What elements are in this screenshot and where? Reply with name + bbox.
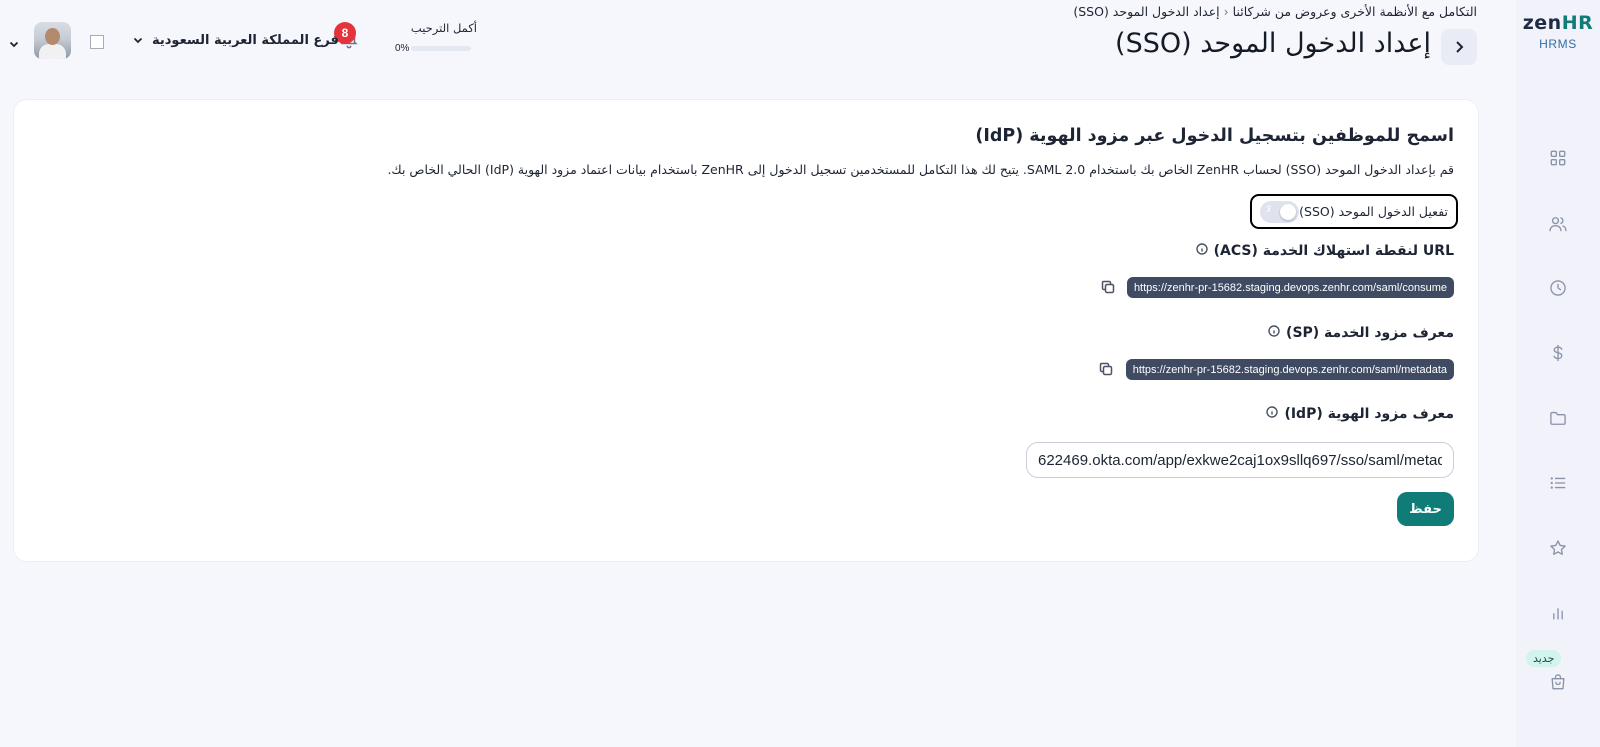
sidebar: zenHR HRMS جديد: [1516, 0, 1600, 747]
sso-enable-toggle[interactable]: تفعيل الدخول الموحد (SSO) لا: [1250, 194, 1458, 229]
save-button[interactable]: حفظ: [1397, 492, 1454, 526]
user-avatar[interactable]: [34, 22, 71, 59]
sidebar-item-requests[interactable]: [1546, 471, 1570, 495]
info-icon[interactable]: [1268, 325, 1280, 341]
idp-id-label: معرف مزود الهوية (IdP): [1266, 406, 1454, 422]
users-icon: [1549, 217, 1567, 232]
section-description: قم بإعداد الدخول الموحد (SSO) لحساب ZenH…: [387, 162, 1454, 177]
acs-url-label: URL لنقطة استهلاك الخدمة (ACS): [1195, 243, 1454, 259]
copy-icon: [1099, 362, 1113, 376]
sp-id-label: معرف مزود الخدمة (SP): [1268, 325, 1454, 341]
clock-icon: [1550, 280, 1566, 296]
branch-name: فرع المملكة العربية السعودية: [152, 33, 339, 48]
toggle-knob: [1280, 203, 1297, 220]
chevron-down-icon: [132, 31, 144, 50]
section-title: اسمح للموظفين بتسجيل الدخول عبر مزود اله…: [975, 126, 1454, 146]
info-icon[interactable]: [1195, 243, 1208, 259]
sidebar-item-attendance[interactable]: [1546, 276, 1570, 300]
sidebar-item-marketplace[interactable]: [1546, 670, 1570, 694]
sidebar-item-dashboard[interactable]: [1546, 146, 1570, 170]
chevron-down-icon: [9, 41, 19, 48]
copy-icon: [1101, 280, 1115, 294]
branch-selector[interactable]: فرع المملكة العربية السعودية: [132, 31, 339, 50]
sso-settings-card: اسمح للموظفين بتسجيل الدخول عبر مزود اله…: [13, 99, 1479, 562]
breadcrumb-current: إعداد الدخول الموحد (SSO): [1073, 4, 1220, 19]
page-title: إعداد الدخول الموحد (SSO): [1115, 28, 1431, 59]
dollar-icon: [1553, 344, 1563, 362]
sidebar-item-employees[interactable]: [1546, 212, 1570, 236]
acs-url-value: https://zenhr-pr-15682.staging.devops.ze…: [1126, 277, 1454, 298]
bar-chart-icon: [1553, 608, 1563, 620]
grid-icon: [1550, 150, 1566, 166]
idp-id-input[interactable]: [1026, 442, 1454, 478]
logo-subtitle: HRMS: [1539, 37, 1577, 51]
sso-toggle-label: تفعيل الدخول الموحد (SSO): [1299, 204, 1448, 219]
sp-id-value: https://zenhr-pr-15682.staging.devops.ze…: [1125, 359, 1454, 380]
breadcrumb-parent-link[interactable]: التكامل مع الأنظمة الأخرى وعروض من شركائ…: [1233, 4, 1477, 19]
list-icon: [1550, 477, 1566, 489]
back-button[interactable]: [1441, 29, 1477, 65]
onboarding-progress[interactable]: أكمل الترحيب 0%: [395, 21, 477, 61]
logo-wordmark: zenHR: [1522, 12, 1594, 34]
folder-icon: [1550, 411, 1566, 425]
sidebar-item-performance[interactable]: [1546, 536, 1570, 560]
star-icon: [1550, 540, 1566, 555]
info-icon[interactable]: [1266, 406, 1279, 422]
new-badge: جديد: [1526, 650, 1562, 667]
user-menu-chevron[interactable]: [8, 35, 20, 54]
copy-acs-url-button[interactable]: [1101, 279, 1117, 295]
sidebar-item-payroll[interactable]: [1546, 341, 1570, 365]
toggle-switch[interactable]: لا: [1260, 200, 1300, 223]
chevron-left-icon: ‹: [1223, 4, 1229, 19]
copy-sp-id-button[interactable]: [1099, 361, 1115, 377]
sidebar-item-documents[interactable]: [1546, 406, 1570, 430]
sidebar-item-reports[interactable]: [1546, 601, 1570, 625]
onboarding-progress-bar: [411, 46, 471, 51]
country-flag-icon: [90, 35, 104, 49]
toggle-state-text: لا: [1266, 204, 1272, 215]
shopping-bag-icon: [1551, 674, 1565, 690]
zenhr-logo[interactable]: zenHR HRMS: [1516, 12, 1600, 51]
onboarding-percent: 0%: [395, 43, 410, 54]
onboarding-label: أكمل الترحيب: [410, 21, 477, 35]
breadcrumb: التكامل مع الأنظمة الأخرى وعروض من شركائ…: [1073, 4, 1477, 19]
chevron-right-icon: [1456, 41, 1464, 53]
